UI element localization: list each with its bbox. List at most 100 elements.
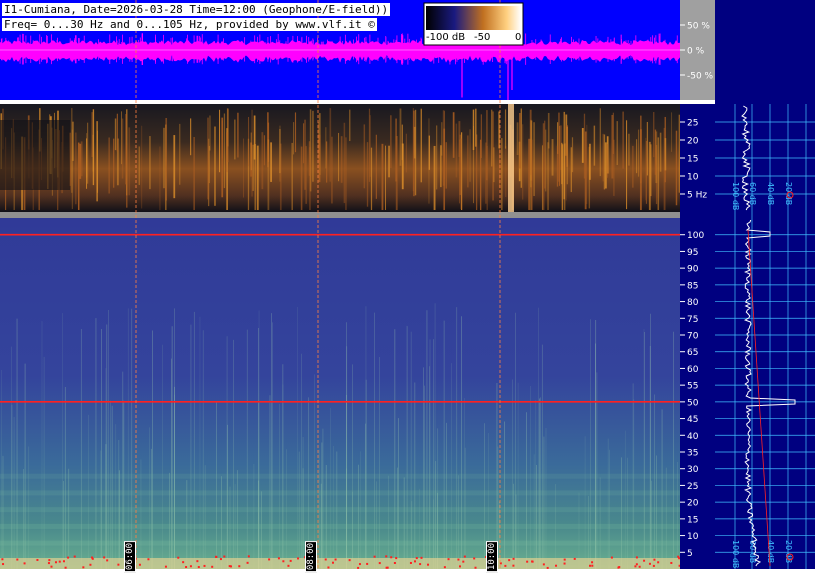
lowfreq-ytick-label: 15: [687, 155, 698, 165]
noise-speck: [219, 558, 222, 561]
noise-speck: [635, 563, 638, 566]
noise-speck: [223, 555, 226, 558]
noise-speck: [409, 561, 412, 564]
highfreq-ytick-label: 60: [687, 365, 699, 375]
lowfreq-ytick-label: 20: [687, 137, 699, 147]
noise-speck: [331, 561, 334, 564]
noise-speck: [526, 560, 529, 563]
noise-speck: [229, 565, 232, 568]
noise-speck: [238, 565, 241, 568]
spectrum-db-label: 20 dB: [784, 182, 793, 205]
noise-speck: [462, 560, 465, 563]
highfreq-ytick-label: 55: [687, 382, 698, 392]
noise-speck: [366, 562, 369, 565]
highfreq-ytick-label: 100: [687, 231, 704, 241]
noise-speck: [393, 561, 396, 564]
lowfreq-ytick-label: 5 Hz: [687, 191, 707, 201]
noise-speck: [73, 555, 76, 558]
noise-speck: [177, 556, 180, 559]
lowfreq-ytick-label: 10: [687, 173, 699, 183]
noise-speck: [358, 563, 361, 566]
low-freq-quiet-region: [0, 120, 70, 190]
noise-speck: [512, 557, 515, 560]
colorbar-max-label: 0: [515, 32, 522, 43]
noise-speck: [512, 564, 515, 567]
time-label-0800: 08:00: [305, 541, 317, 573]
noise-speck: [427, 563, 430, 566]
noise-speck: [334, 558, 337, 561]
noise-speck: [504, 564, 507, 567]
noise-speck: [463, 555, 466, 558]
highfreq-ytick-label: 10: [687, 532, 699, 542]
noise-speck: [203, 564, 206, 567]
noise-speck: [197, 566, 200, 569]
noise-speck: [89, 563, 92, 566]
noise-speck: [324, 558, 327, 561]
noise-speck: [474, 566, 477, 569]
noise-speck: [459, 565, 462, 568]
noise-speck: [617, 566, 620, 569]
noise-speck: [457, 558, 460, 561]
highfreq-ytick-label: 40: [687, 432, 699, 442]
noise-speck: [297, 557, 300, 560]
noise-speck: [54, 561, 57, 564]
noise-speck: [415, 557, 418, 560]
noise-speck: [531, 560, 534, 563]
noise-speck: [634, 565, 637, 568]
figure-canvas: 100 dB 60 dB 40 dB 20 dB100 dB 60 dB 40 dB 20 …: [0, 0, 815, 569]
noise-speck: [591, 561, 594, 564]
highfreq-ytick-label: 70: [687, 332, 699, 342]
noise-speck: [378, 562, 381, 565]
noise-speck: [648, 562, 651, 565]
noise-speck: [282, 560, 285, 563]
time-label-1000: 10:00: [486, 541, 498, 573]
header-subtitle: Freq= 0...30 Hz and 0...105 Hz, provided…: [2, 18, 377, 31]
high-freq-band: [0, 473, 680, 479]
colorbar-mid-label: -50: [474, 32, 491, 43]
noise-speck: [189, 565, 192, 568]
noise-speck: [16, 558, 19, 561]
noise-speck: [373, 555, 376, 558]
panel-divider-2: [0, 212, 715, 218]
highfreq-ytick-label: 80: [687, 298, 699, 308]
highfreq-ytick-label: 65: [687, 348, 698, 358]
high-freq-band: [0, 507, 680, 513]
noise-speck: [653, 558, 656, 561]
noise-speck: [542, 563, 545, 566]
high-freq-noise-floor: [0, 558, 680, 569]
noise-speck: [591, 564, 594, 567]
noise-speck: [147, 558, 150, 561]
noise-speck: [638, 565, 641, 568]
noise-speck: [215, 555, 218, 558]
noise-speck: [185, 566, 188, 569]
noise-speck: [414, 560, 417, 563]
noise-speck: [563, 558, 566, 561]
noise-speck: [385, 555, 388, 558]
noise-speck: [287, 564, 290, 567]
noise-speck: [106, 559, 109, 562]
noise-speck: [348, 559, 351, 562]
highfreq-ytick-label: 5: [687, 549, 693, 559]
noise-speck: [91, 557, 94, 560]
spectrum-db-label: 40 dB: [766, 540, 775, 563]
amp-ytick-label: -50 %: [687, 72, 714, 82]
time-label-0600: 06:00: [124, 541, 136, 573]
panel-divider: [0, 100, 715, 104]
spectrogram-figure: 100 dB 60 dB 40 dB 20 dB 100 dB 60 dB 40 dB 20 …: [0, 0, 815, 573]
highfreq-ytick-label: 25: [687, 482, 698, 492]
noise-speck: [385, 566, 388, 569]
header-title: I1-Cumiana, Date=2026-03-28 Time=12:00 (…: [2, 3, 391, 16]
high-freq-spectrogram: [0, 218, 680, 569]
spectrum-db-label: 40 dB: [766, 182, 775, 205]
highfreq-ytick-label: 15: [687, 515, 698, 525]
noise-speck: [643, 559, 646, 562]
noise-speck: [277, 557, 280, 560]
noise-speck: [182, 561, 185, 564]
highfreq-ytick-label: 95: [687, 248, 698, 258]
high-freq-band: [0, 540, 680, 546]
noise-speck: [395, 557, 398, 560]
noise-speck: [473, 557, 476, 560]
highfreq-ytick-label: 45: [687, 415, 698, 425]
noise-speck: [67, 556, 70, 559]
noise-speck: [1, 558, 4, 561]
